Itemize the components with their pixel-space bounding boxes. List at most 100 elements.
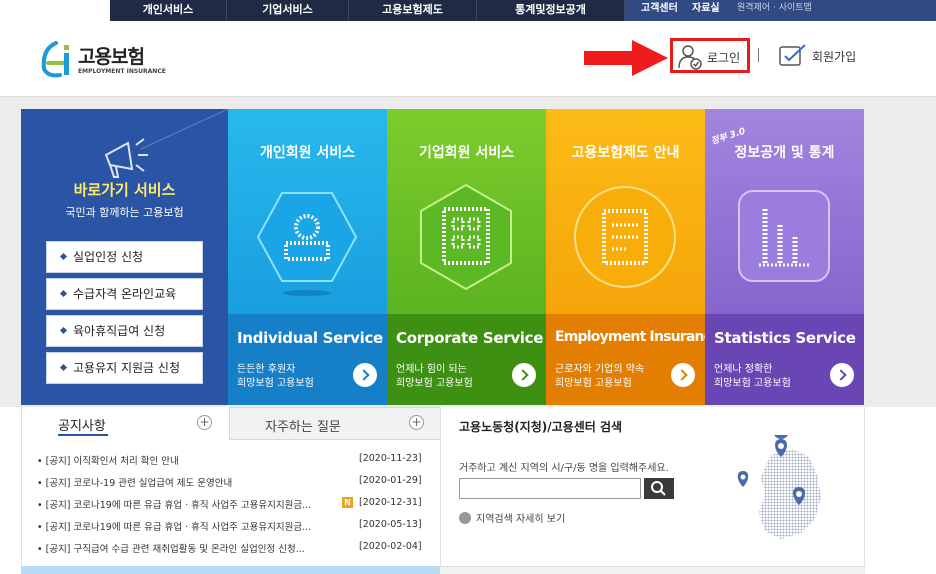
quick-service-subtitle: 국민과 함께하는 고용보험 <box>65 206 184 219</box>
card-title: 고용보험제도 안내 <box>571 145 680 161</box>
bar-chart-square-icon <box>738 190 830 282</box>
center-search-panel: 고용노동청(지청)/고용센터 검색 거주하고 계신 지역의 시/구/동 명을 입… <box>440 407 865 567</box>
login-label: 로그인 <box>707 51 741 65</box>
card-desc-line2: 희망보험 고용보험 <box>396 378 473 389</box>
bullet-icon <box>59 289 68 298</box>
notice-title: • [공지] 구직급여 수급 관련 재취업활동 및 온라인 실업인정 신청... <box>37 544 305 555</box>
card-english-title: Corporate Service <box>396 329 544 347</box>
notice-date: [2020-02-04] <box>359 541 422 552</box>
quick-btn-label: 육아휴직급여 신청 <box>73 324 166 338</box>
site-header: 고용보험 EMPLOYMENT INSURANCE 로그인 회원가입 <box>0 21 936 97</box>
card-desc-line1: 언제나 정확한 <box>714 364 773 375</box>
login-button[interactable]: 로그인 <box>670 38 750 73</box>
user-icon <box>678 45 702 70</box>
card-desc-line1: 든든한 후원자 <box>237 364 296 375</box>
quick-btn-label: 실업인정 신청 <box>73 250 144 264</box>
region-search-input[interactable] <box>459 478 641 499</box>
notice-title: • [공지] 코로나19에 따른 유급 휴업 · 휴직 사업주 고용유지지원금.… <box>37 522 312 533</box>
card-employment-insurance[interactable]: 고용보험제도 안내 Employment Insurance 근로자와 기업의 … <box>546 109 705 405</box>
faq-more-plus-icon[interactable]: + <box>409 415 424 430</box>
quick-btn-online-education[interactable]: 수급자격 온라인교육 <box>46 278 203 310</box>
card-lower: Corporate Service 언제나 힘이 되는 희망보험 고용보험 <box>387 314 546 405</box>
card-individual-service[interactable]: 개인회원 서비스 Individual Service 든든한 후원자 희망보험… <box>228 109 387 405</box>
quick-btn-label: 수급자격 온라인교육 <box>73 287 177 301</box>
card-desc-line2: 희망보험 고용보험 <box>714 378 791 389</box>
notice-title: • [공지] 코로나19에 따른 유급 휴업 · 휴직 사업주 고용유지지원금.… <box>37 500 312 511</box>
new-badge: N <box>342 497 353 508</box>
nav-insurance-system[interactable]: 고용보험제도 <box>349 0 477 21</box>
tab-faq[interactable]: 자주하는 질문 + <box>229 407 441 440</box>
quick-btn-unemployment-cert[interactable]: 실업인정 신청 <box>46 241 203 273</box>
play-circle-icon <box>459 512 471 524</box>
site-logo[interactable]: 고용보험 EMPLOYMENT INSURANCE <box>38 39 168 83</box>
person-hexagon-icon <box>256 192 358 296</box>
red-arrow-icon <box>584 40 668 76</box>
arrow-right-icon[interactable] <box>830 363 854 387</box>
quick-btn-label: 고용유지 지원금 신청 <box>73 361 180 375</box>
logo-mark-icon <box>41 41 69 78</box>
bullet-icon <box>59 252 68 261</box>
notice-title: • [공지] 이직확인서 처리 확인 안내 <box>37 456 179 467</box>
nav-corporate-service[interactable]: 기업서비스 <box>227 0 349 21</box>
signup-button[interactable]: 회원가입 <box>778 41 868 71</box>
notice-row[interactable]: • [공지] 이직확인서 처리 확인 안내 [2020-11-23] <box>37 451 432 469</box>
header-divider <box>758 48 759 62</box>
search-description: 거주하고 계신 지역의 시/구/동 명을 입력해주세요. <box>459 463 669 474</box>
util-resources[interactable]: 자료실 <box>692 0 720 17</box>
card-desc-line1: 근로자와 기업의 약속 <box>555 364 645 375</box>
top-nav-spacer <box>0 0 110 21</box>
korea-map-icon <box>737 435 821 539</box>
notice-date: [2020-11-23] <box>359 453 422 464</box>
tab-faq-label: 자주하는 질문 <box>265 420 341 435</box>
nav-statistics-info[interactable]: 통계및정보공개 <box>477 0 625 21</box>
quick-btn-parental-leave[interactable]: 육아휴직급여 신청 <box>46 315 203 347</box>
card-title: 기업회원 서비스 <box>418 145 515 161</box>
card-lower: Statistics Service 언제나 정확한 희망보험 고용보험 <box>705 314 864 405</box>
quick-service-panel: 바로가기 서비스 국민과 함께하는 고용보험 실업인정 신청 수급자격 온라인교… <box>21 109 228 405</box>
top-navigation: 개인서비스 기업서비스 고용보험제도 통계및정보공개 고객센터 자료실 원격제어… <box>0 0 936 21</box>
card-english-title: Individual Service <box>237 329 383 347</box>
logo-korean-text: 고용보험 <box>78 46 145 68</box>
tab-notice-label: 공지사항 <box>58 419 106 434</box>
logo-english-text: EMPLOYMENT INSURANCE <box>78 68 166 75</box>
search-icon <box>651 481 666 496</box>
notice-date: [2020-05-13] <box>359 519 422 530</box>
region-search-detail-link[interactable]: 지역검색 자세히 보기 <box>459 510 565 525</box>
region-search-detail-label: 지역검색 자세히 보기 <box>476 514 566 525</box>
building-hexagon-icon <box>420 183 512 291</box>
quick-service-title: 바로가기 서비스 <box>73 181 176 199</box>
bullet-icon <box>59 326 68 335</box>
megaphone-icon <box>104 138 148 178</box>
card-desc-line2: 희망보험 고용보험 <box>555 378 632 389</box>
card-corporate-service[interactable]: 기업회원 서비스 Corporate Service 언제나 힘이 되는 희망보… <box>387 109 546 405</box>
card-title: 정보공개 및 통계 <box>734 145 835 161</box>
nav-personal-service[interactable]: 개인서비스 <box>110 0 227 21</box>
notice-more-plus-icon[interactable]: + <box>197 415 212 430</box>
card-english-title: Statistics Service <box>714 329 856 347</box>
notice-date: [2020-01-29] <box>359 475 422 486</box>
notice-row[interactable]: • [공지] 코로나-19 관련 실업급여 제도 운영안내 [2020-01-29… <box>37 473 432 491</box>
util-remote-sitemap[interactable]: 원격제어 · 사이트맵 <box>737 0 812 17</box>
arrow-right-icon[interactable] <box>353 363 377 387</box>
utility-menu: 고객센터 자료실 원격제어 · 사이트맵 <box>625 0 936 21</box>
card-desc-line1: 언제나 힘이 되는 <box>396 364 467 375</box>
card-title: 개인회원 서비스 <box>259 145 356 161</box>
notice-row[interactable]: • [공지] 구직급여 수급 관련 재취업활동 및 온라인 실업인정 신청...… <box>37 539 432 557</box>
signup-label: 회원가입 <box>812 50 857 64</box>
arrow-right-icon[interactable] <box>512 363 536 387</box>
tab-notice[interactable]: 공지사항 + <box>22 407 229 440</box>
document-circle-icon <box>574 186 676 288</box>
arrow-right-icon[interactable] <box>671 363 695 387</box>
quick-btn-employment-retention[interactable]: 고용유지 지원금 신청 <box>46 352 203 384</box>
signup-icon <box>779 44 806 66</box>
card-lower: Employment Insurance 근로자와 기업의 약속 희망보험 고용… <box>546 314 705 405</box>
util-customer-center[interactable]: 고객센터 <box>641 0 678 17</box>
card-statistics-service[interactable]: 정부 3.0 정보공개 및 통계 Statistics Service 언제나 … <box>705 109 864 405</box>
card-desc-line2: 희망보험 고용보험 <box>237 378 314 389</box>
bullet-icon <box>59 363 68 372</box>
notice-row[interactable]: • [공지] 코로나19에 따른 유급 휴업 · 휴직 사업주 고용유지지원금.… <box>37 495 432 513</box>
search-button[interactable] <box>644 478 674 499</box>
notice-row[interactable]: • [공지] 코로나19에 따른 유급 휴업 · 휴직 사업주 고용유지지원금.… <box>37 517 432 535</box>
tab-active-underline <box>58 434 108 436</box>
search-title: 고용노동청(지청)/고용센터 검색 <box>459 420 623 434</box>
